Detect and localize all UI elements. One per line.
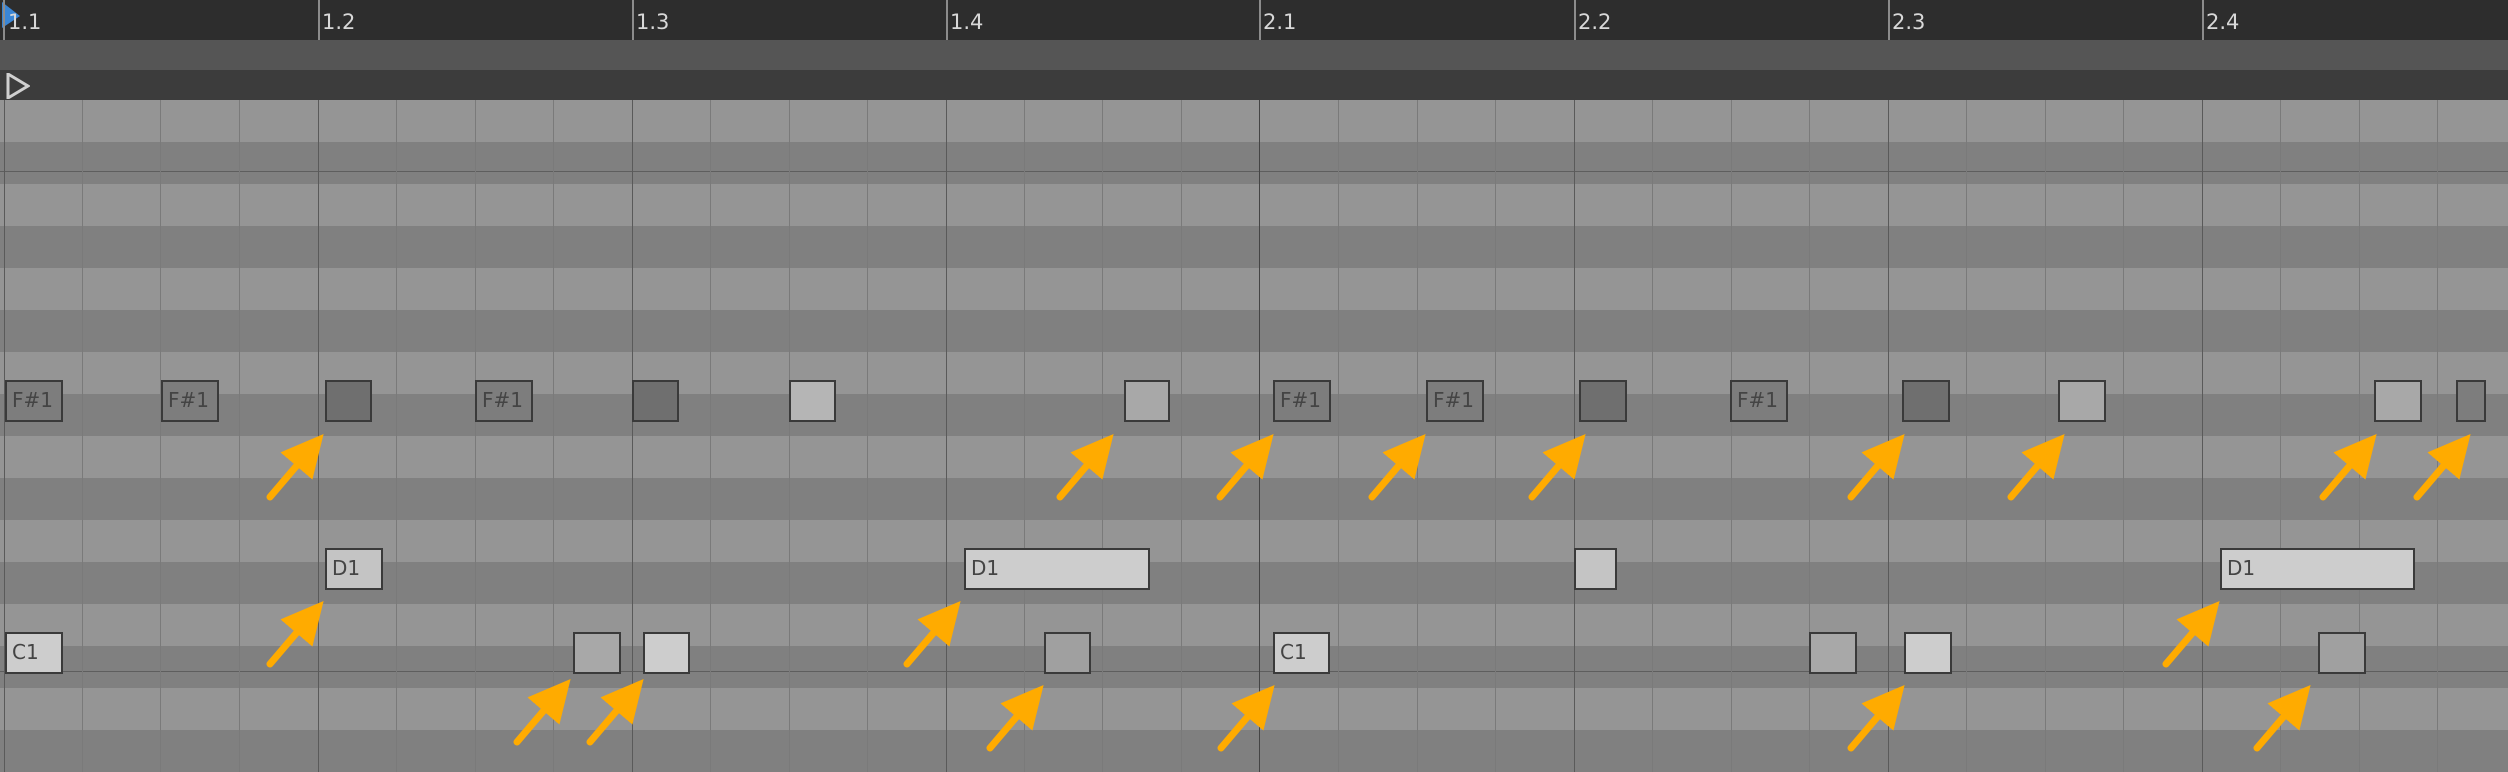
- grid-line: [1102, 100, 1103, 772]
- beat-line: [946, 100, 947, 772]
- beat-line: [1574, 100, 1575, 772]
- grid-line: [1495, 100, 1496, 772]
- pitch-lane: [0, 394, 2508, 436]
- beat-line: [318, 100, 319, 772]
- midi-note[interactable]: [2374, 380, 2422, 422]
- midi-note[interactable]: F#1: [1730, 380, 1788, 422]
- ruler-tick: [1259, 0, 1261, 40]
- ruler-label-2-4: 2.4: [2206, 10, 2240, 34]
- midi-note[interactable]: [2058, 380, 2106, 422]
- midi-note[interactable]: F#1: [1273, 380, 1331, 422]
- loop-bar[interactable]: [0, 70, 2508, 100]
- grid-line: [867, 100, 868, 772]
- ruler-scrub-area[interactable]: [0, 40, 2508, 70]
- grid-line: [789, 100, 790, 772]
- midi-note[interactable]: [643, 632, 690, 674]
- grid-line: [1966, 100, 1967, 772]
- pitch-lane: [0, 646, 2508, 688]
- grid-line: [1652, 100, 1653, 772]
- ruler-label-1-3: 1.3: [636, 10, 670, 34]
- pitch-lane: [0, 688, 2508, 730]
- bar-line: [1259, 100, 1260, 772]
- midi-note[interactable]: [573, 632, 621, 674]
- midi-note[interactable]: [1902, 380, 1950, 422]
- pitch-lane: [0, 268, 2508, 310]
- grid-line: [396, 100, 397, 772]
- grid-line: [2045, 100, 2046, 772]
- octave-line: [0, 171, 2508, 172]
- ruler-tick: [946, 0, 948, 40]
- grid-line: [1417, 100, 1418, 772]
- grid-line: [553, 100, 554, 772]
- pitch-lane: [0, 352, 2508, 394]
- beat-line: [632, 100, 633, 772]
- grid-line: [2280, 100, 2281, 772]
- midi-note[interactable]: D1: [325, 548, 383, 590]
- midi-note[interactable]: D1: [2220, 548, 2415, 590]
- pitch-lane: [0, 310, 2508, 352]
- midi-note[interactable]: F#1: [5, 380, 63, 422]
- ruler-label-2-3: 2.3: [1892, 10, 1926, 34]
- grid-line: [1181, 100, 1182, 772]
- ruler-tick: [1574, 0, 1576, 40]
- midi-note[interactable]: F#1: [1426, 380, 1484, 422]
- pitch-lane: [0, 184, 2508, 226]
- midi-note[interactable]: F#1: [161, 380, 219, 422]
- midi-note[interactable]: [2318, 632, 2366, 674]
- midi-note[interactable]: C1: [1273, 632, 1330, 674]
- midi-note[interactable]: [1574, 548, 1617, 590]
- midi-note[interactable]: [1809, 632, 1857, 674]
- timeline-ruler[interactable]: 1.1 1.2 1.3 1.4 2.1 2.2 2.3 2.4: [0, 0, 2508, 40]
- pitch-lane: [0, 142, 2508, 184]
- grid-line: [710, 100, 711, 772]
- grid-line: [239, 100, 240, 772]
- piano-roll-editor: 1.1 1.2 1.3 1.4 2.1 2.2 2.3 2.4 F#1 F#1 …: [0, 0, 2508, 772]
- pitch-lane: [0, 100, 2508, 142]
- midi-note[interactable]: C1: [5, 632, 63, 674]
- beat-line: [1888, 100, 1889, 772]
- grid-line: [1338, 100, 1339, 772]
- midi-note[interactable]: [1904, 632, 1952, 674]
- pitch-lane: [0, 604, 2508, 646]
- pitch-lane: [0, 436, 2508, 478]
- octave-line: [0, 671, 2508, 672]
- midi-note[interactable]: [1044, 632, 1091, 674]
- ruler-label-1-2: 1.2: [322, 10, 356, 34]
- midi-note[interactable]: [1124, 380, 1170, 422]
- grid-line: [160, 100, 161, 772]
- ruler-tick: [3, 0, 5, 40]
- ruler-label-1-1: 1.1: [8, 10, 42, 34]
- midi-note[interactable]: [632, 380, 679, 422]
- pitch-lane: [0, 226, 2508, 268]
- ruler-tick: [1888, 0, 1890, 40]
- note-grid[interactable]: F#1 F#1 F#1 F#1 F#1 F#1 D1 D1 D1 C1 C1: [0, 100, 2508, 772]
- ruler-tick: [632, 0, 634, 40]
- grid-line: [475, 100, 476, 772]
- midi-note[interactable]: [1579, 380, 1627, 422]
- grid-line: [2123, 100, 2124, 772]
- pitch-lane: [0, 730, 2508, 772]
- grid-line: [82, 100, 83, 772]
- grid-line: [2437, 100, 2438, 772]
- ruler-label-2-1: 2.1: [1263, 10, 1297, 34]
- ruler-tick: [318, 0, 320, 40]
- midi-note[interactable]: [325, 380, 372, 422]
- midi-note[interactable]: [789, 380, 836, 422]
- midi-note[interactable]: F#1: [475, 380, 533, 422]
- midi-note[interactable]: [2456, 380, 2486, 422]
- midi-note[interactable]: D1: [964, 548, 1150, 590]
- beat-line: [2202, 100, 2203, 772]
- grid-line: [1024, 100, 1025, 772]
- ruler-label-1-4: 1.4: [950, 10, 984, 34]
- grid-line: [1731, 100, 1732, 772]
- loop-start-marker-icon[interactable]: [6, 73, 30, 99]
- ruler-tick: [2202, 0, 2204, 40]
- pitch-lane: [0, 478, 2508, 520]
- ruler-label-2-2: 2.2: [1578, 10, 1612, 34]
